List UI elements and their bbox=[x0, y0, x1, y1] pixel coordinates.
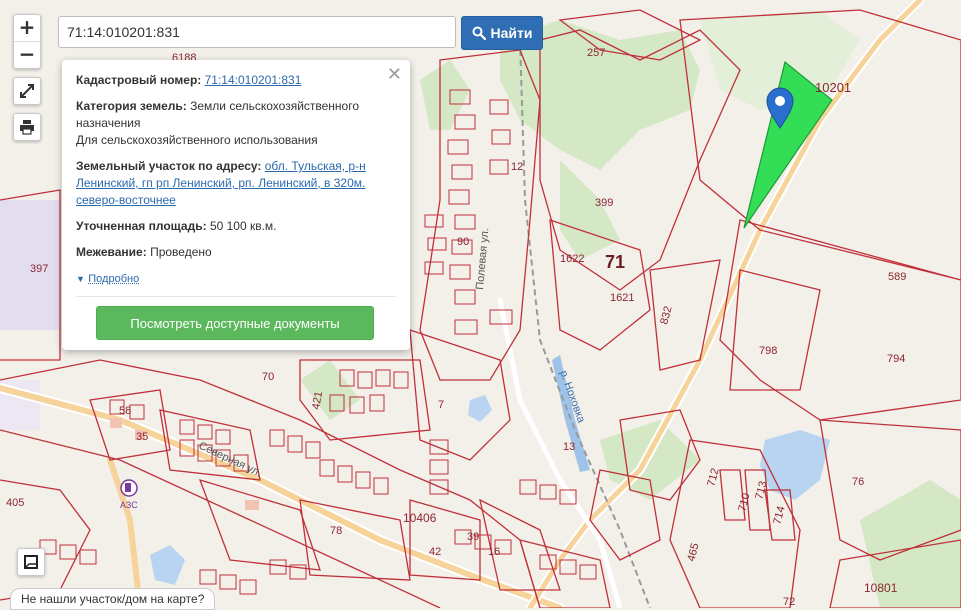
zoom-in-button[interactable]: + bbox=[14, 15, 40, 41]
details-link[interactable]: Подробно bbox=[88, 273, 139, 285]
map-label: 90 bbox=[457, 236, 469, 248]
map-label: 12 bbox=[511, 161, 523, 173]
map-label: 42 bbox=[429, 546, 441, 558]
map-label: 257 bbox=[587, 47, 605, 59]
map-label: 10201 bbox=[815, 80, 851, 95]
cadastral-number-row: Кадастровый номер: 71:14:010201:831 bbox=[76, 72, 396, 89]
map-label: 794 bbox=[887, 353, 905, 365]
map-label: 1622 bbox=[560, 253, 584, 265]
zoom-control: + − bbox=[13, 14, 41, 69]
popup-divider bbox=[76, 296, 396, 297]
fullscreen-button[interactable] bbox=[13, 77, 41, 105]
map-label: 13 bbox=[563, 441, 575, 453]
area-value: 50 100 кв.м. bbox=[209, 219, 277, 233]
parcel-info-popup: ✕ Кадастровый номер: 71:14:010201:831 Ка… bbox=[62, 60, 410, 350]
address-label: Земельный участок по адресу: bbox=[76, 159, 262, 173]
print-button[interactable] bbox=[13, 113, 41, 141]
map-label: 58 bbox=[119, 405, 131, 417]
details-toggle[interactable]: ▼ Подробно bbox=[76, 270, 396, 288]
cadastral-number-link[interactable]: 71:14:010201:831 bbox=[205, 73, 302, 87]
expand-icon bbox=[20, 84, 34, 98]
map-legend-icon bbox=[24, 555, 38, 569]
printer-icon bbox=[20, 120, 34, 135]
map-label: 39 bbox=[467, 531, 479, 543]
map-label: 78 bbox=[330, 525, 342, 537]
legend-button[interactable] bbox=[17, 548, 45, 576]
land-category-row: Категория земель: Земли сельскохозяйстве… bbox=[76, 98, 396, 149]
gas-station-label: АЗС bbox=[120, 500, 138, 510]
map-label: 16 bbox=[488, 546, 500, 558]
survey-label: Межевание: bbox=[76, 245, 147, 259]
map-label: 397 bbox=[30, 263, 48, 275]
search-button[interactable]: Найти bbox=[461, 16, 543, 50]
not-found-link[interactable]: Не нашли участок/дом на карте? bbox=[10, 588, 216, 610]
caret-down-icon: ▼ bbox=[76, 274, 85, 284]
map-label: 1621 bbox=[610, 292, 634, 304]
map-label: 7 bbox=[438, 399, 444, 411]
map-label: 589 bbox=[888, 271, 906, 283]
view-documents-button[interactable]: Посмотреть доступные документы bbox=[96, 306, 374, 340]
area-row: Уточненная площадь: 50 100 кв.м. bbox=[76, 218, 396, 235]
cadastral-number-label: Кадастровый номер: bbox=[76, 73, 202, 87]
map-label: 35 bbox=[136, 431, 148, 443]
survey-value: Проведено bbox=[150, 245, 212, 259]
area-label: Уточненная площадь: bbox=[76, 219, 207, 233]
zoom-out-button[interactable]: − bbox=[14, 42, 40, 68]
land-usage-value: Для сельскохозяйственного использования bbox=[76, 133, 318, 147]
search-input[interactable] bbox=[58, 16, 456, 48]
map-label: 798 bbox=[759, 345, 777, 357]
gas-station-icon bbox=[120, 479, 138, 497]
land-category-label: Категория земель: bbox=[76, 99, 187, 113]
map-label: 70 bbox=[262, 371, 274, 383]
search-button-label: Найти bbox=[490, 25, 533, 41]
search-icon bbox=[472, 26, 486, 40]
map-label: 72 bbox=[783, 596, 795, 608]
survey-row: Межевание: Проведено bbox=[76, 244, 396, 261]
map-label: 405 bbox=[6, 497, 24, 509]
address-row: Земельный участок по адресу: обл. Тульск… bbox=[76, 158, 396, 209]
map-label: 71 bbox=[605, 252, 625, 272]
map-label: 10406 bbox=[403, 511, 437, 525]
map-label: 76 bbox=[852, 476, 864, 488]
close-icon[interactable]: ✕ bbox=[387, 64, 402, 85]
map-label: 399 bbox=[595, 197, 613, 209]
map-label: 10801 bbox=[864, 581, 898, 595]
